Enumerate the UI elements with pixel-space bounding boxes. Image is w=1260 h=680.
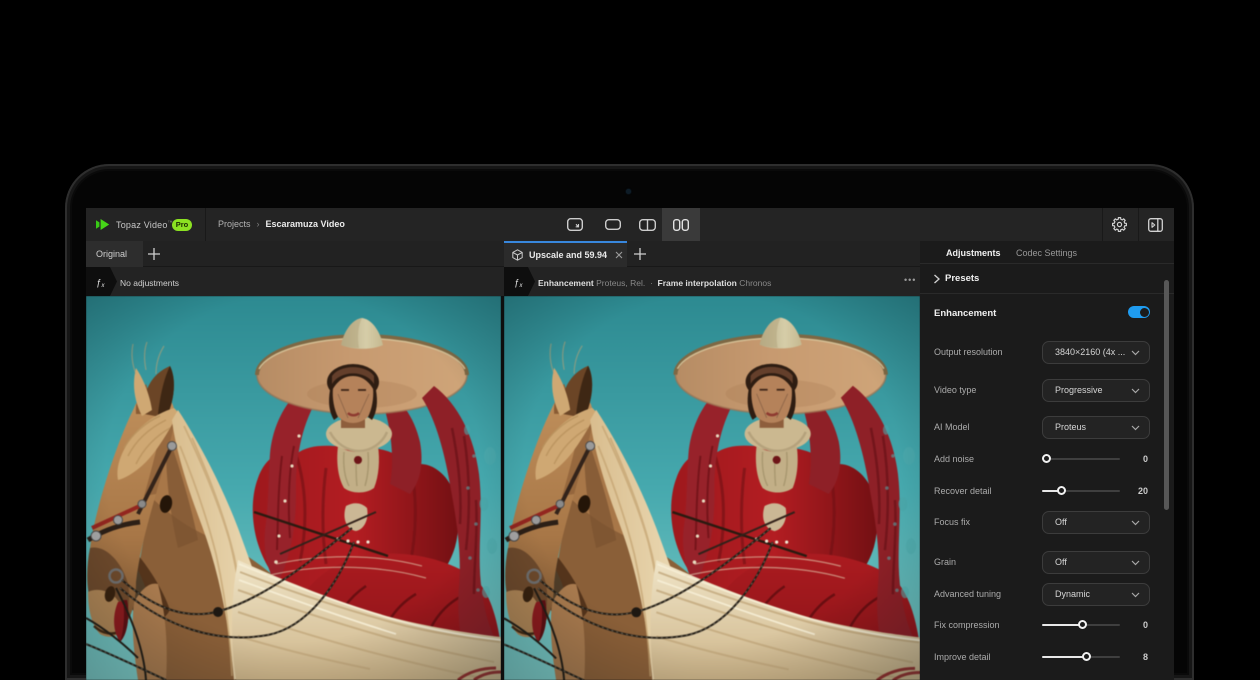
svg-text:ƒ: ƒ [514,278,519,288]
svg-text:ƒ: ƒ [96,278,101,288]
